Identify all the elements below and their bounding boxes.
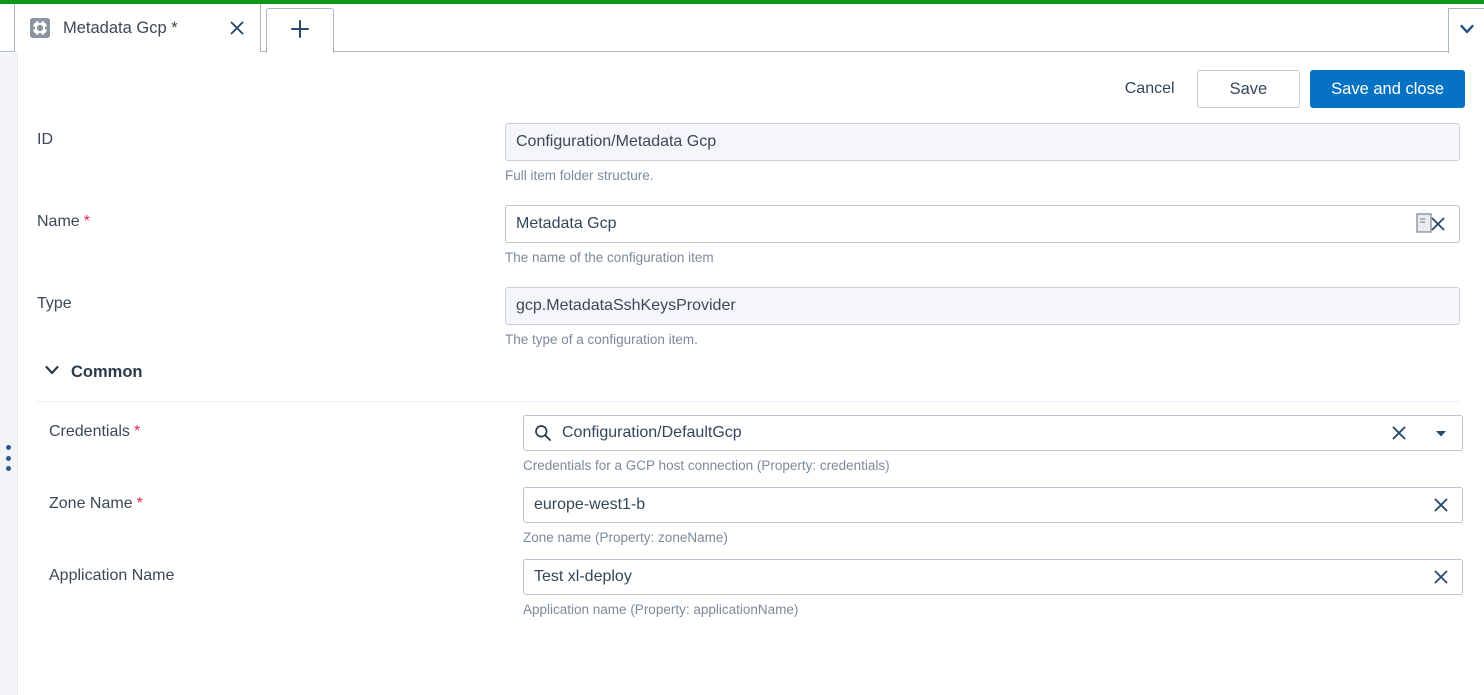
close-icon[interactable] bbox=[224, 15, 250, 41]
field-control-name: Metadata Gcp The name of the configurati… bbox=[505, 205, 1460, 265]
clear-icon[interactable] bbox=[1430, 566, 1452, 588]
tab-strip: Metadata Gcp * bbox=[0, 4, 1484, 53]
required-marker: * bbox=[83, 213, 90, 230]
field-control-zone-name: europe-west1-b Zone name (Property: zone… bbox=[523, 487, 1463, 545]
tab-title: Metadata Gcp * bbox=[63, 18, 178, 37]
field-zone-name: Zone Name * europe-west1-b Zone name (Pr… bbox=[19, 487, 1484, 559]
section-common-title: Common bbox=[71, 362, 143, 381]
credentials-input-value: Configuration/DefaultGcp bbox=[562, 424, 742, 441]
section-common-toggle[interactable]: Common bbox=[19, 359, 1484, 385]
app-window: Metadata Gcp * Cancel Save Save and clos… bbox=[0, 0, 1484, 695]
section-divider bbox=[37, 401, 1461, 402]
tab-overflow-button[interactable] bbox=[1448, 8, 1484, 53]
type-input-value: gcp.MetadataSshKeysProvider bbox=[516, 297, 736, 314]
clear-icon[interactable] bbox=[1388, 422, 1410, 444]
chevron-down-icon bbox=[43, 361, 61, 384]
plus-icon bbox=[289, 18, 311, 45]
field-control-type: gcp.MetadataSshKeysProvider The type of … bbox=[505, 287, 1460, 347]
field-label-credentials: Credentials * bbox=[49, 423, 141, 440]
field-label-application-name: Application Name bbox=[49, 567, 175, 584]
application-name-input[interactable]: Test xl-deploy bbox=[523, 559, 1463, 595]
section-common: Common bbox=[19, 359, 1484, 402]
action-toolbar: Cancel Save Save and close bbox=[1115, 70, 1465, 108]
zone-name-input[interactable]: europe-west1-b bbox=[523, 487, 1463, 523]
required-marker: * bbox=[136, 495, 143, 512]
type-hint: The type of a configuration item. bbox=[505, 332, 698, 347]
field-control-application-name: Test xl-deploy Application name (Propert… bbox=[523, 559, 1463, 617]
field-control-id: Configuration/Metadata Gcp Full item fol… bbox=[505, 123, 1460, 183]
zone-name-input-value: europe-west1-b bbox=[534, 496, 646, 513]
drag-handle-icon[interactable] bbox=[3, 445, 13, 471]
field-label-type: Type bbox=[37, 295, 72, 312]
id-input-value: Configuration/Metadata Gcp bbox=[516, 133, 717, 150]
chevron-down-icon bbox=[1458, 20, 1476, 43]
field-control-credentials: Configuration/DefaultGcp Credentials for… bbox=[523, 415, 1463, 473]
field-credentials: Credentials * Configuration/DefaultGcp C… bbox=[19, 415, 1484, 487]
application-name-input-value: Test xl-deploy bbox=[534, 568, 632, 585]
id-hint: Full item folder structure. bbox=[505, 168, 654, 183]
name-hint: The name of the configuration item bbox=[505, 250, 714, 265]
field-id: ID Configuration/Metadata Gcp Full item … bbox=[19, 123, 1484, 205]
caret-down-icon[interactable] bbox=[1430, 422, 1452, 444]
clear-icon[interactable] bbox=[1427, 213, 1449, 235]
field-name: Name * Metadata Gcp The name of the conf… bbox=[19, 205, 1484, 287]
application-name-hint: Application name (Property: applicationN… bbox=[523, 602, 799, 617]
left-rail bbox=[0, 53, 18, 695]
clear-icon[interactable] bbox=[1430, 494, 1452, 516]
credentials-hint: Credentials for a GCP host connection (P… bbox=[523, 458, 890, 473]
search-icon bbox=[534, 424, 552, 442]
field-application-name: Application Name Test xl-deploy Applicat… bbox=[19, 559, 1484, 631]
type-input[interactable]: gcp.MetadataSshKeysProvider bbox=[505, 287, 1460, 325]
id-input[interactable]: Configuration/Metadata Gcp bbox=[505, 123, 1460, 161]
name-input-value: Metadata Gcp bbox=[516, 215, 617, 232]
name-input[interactable]: Metadata Gcp bbox=[505, 205, 1460, 243]
configuration-form: ID Configuration/Metadata Gcp Full item … bbox=[19, 123, 1484, 631]
add-tab-button[interactable] bbox=[266, 8, 334, 53]
tab-metadata-gcp[interactable]: Metadata Gcp * bbox=[14, 4, 261, 52]
field-label-id: ID bbox=[37, 131, 53, 148]
field-label-name: Name * bbox=[37, 213, 90, 230]
credentials-input[interactable]: Configuration/DefaultGcp bbox=[523, 415, 1463, 451]
save-button[interactable]: Save bbox=[1196, 70, 1301, 108]
cancel-button[interactable]: Cancel bbox=[1115, 80, 1197, 98]
zone-name-hint: Zone name (Property: zoneName) bbox=[523, 530, 728, 545]
field-label-zone-name: Zone Name * bbox=[49, 495, 143, 512]
save-and-close-button[interactable]: Save and close bbox=[1310, 70, 1465, 108]
required-marker: * bbox=[133, 423, 141, 440]
field-type: Type gcp.MetadataSshKeysProvider The typ… bbox=[19, 287, 1484, 359]
form-panel: Cancel Save Save and close ID Configurat… bbox=[19, 53, 1484, 695]
gear-icon bbox=[29, 17, 51, 39]
